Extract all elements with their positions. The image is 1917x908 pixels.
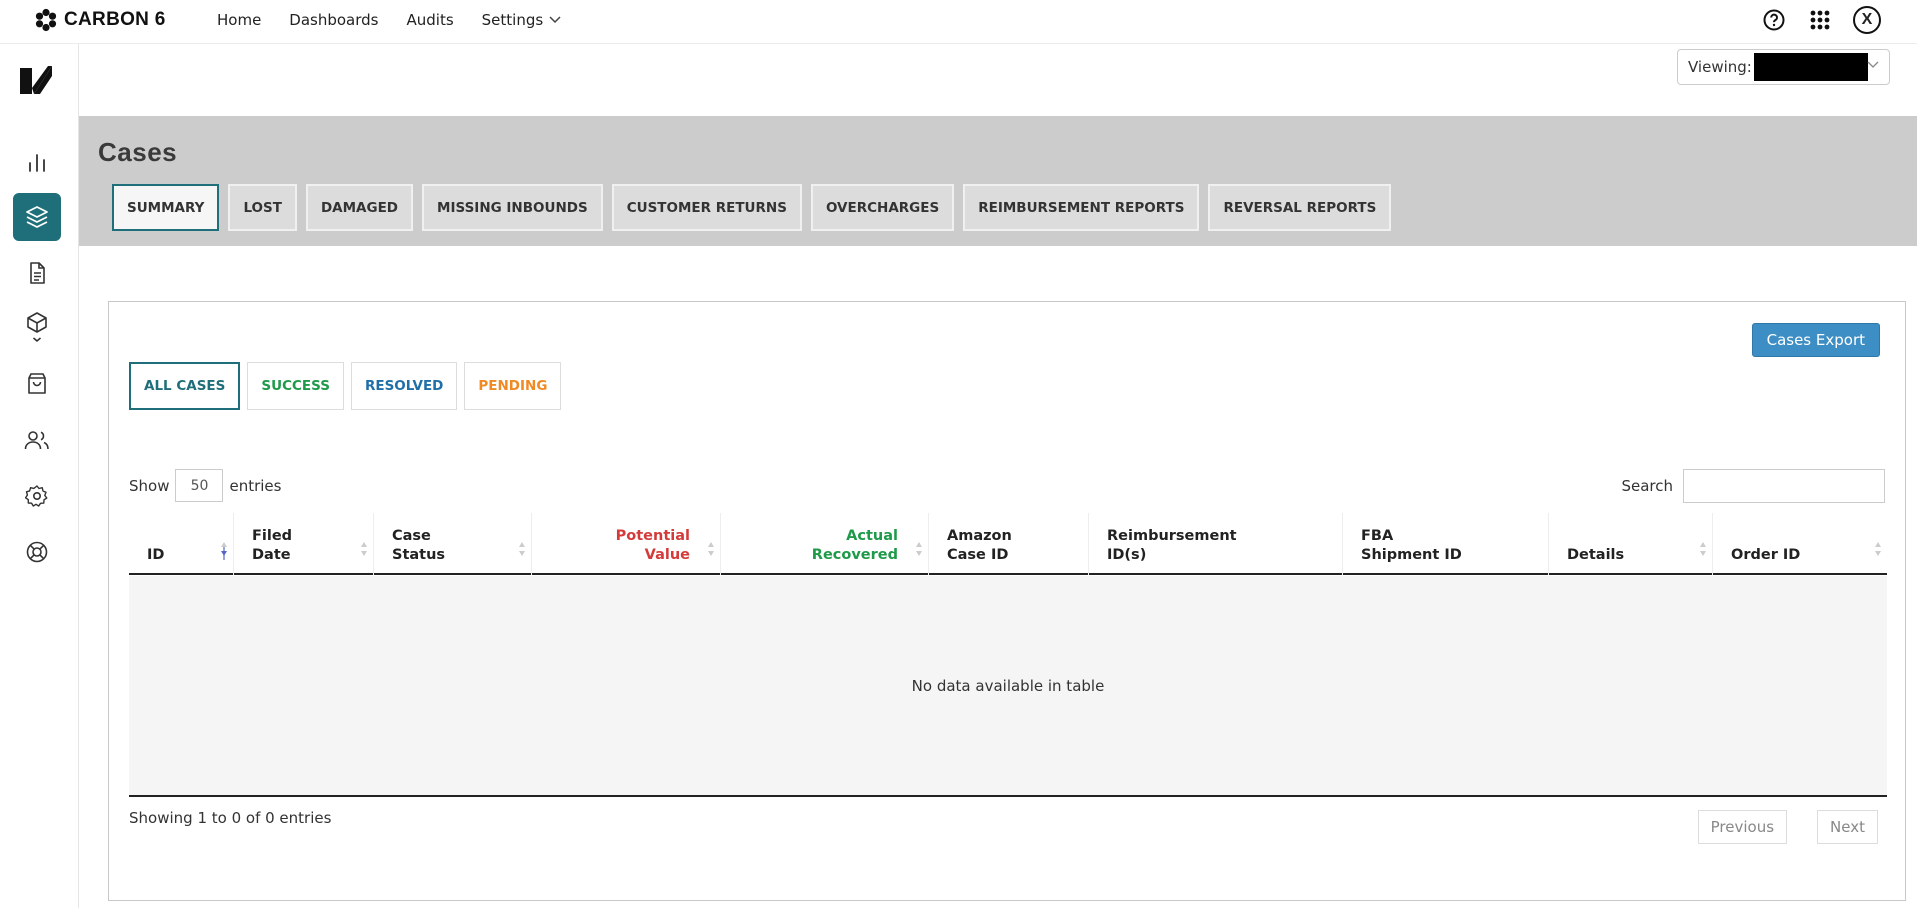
case-type-tabs: SUMMARY LOST DAMAGED MISSING INBOUNDS CU… (112, 184, 1392, 231)
sidebar-item-orders[interactable] (13, 360, 61, 408)
brand[interactable]: CARBON 6 (34, 8, 166, 32)
column-header-details[interactable]: Details (1549, 513, 1713, 575)
sidebar-item-settings[interactable] (13, 472, 61, 520)
sidebar-item-documents[interactable] (13, 249, 61, 297)
sort-icon (361, 542, 367, 556)
cases-export-button[interactable]: Cases Export (1751, 323, 1880, 357)
logo-icon (20, 66, 52, 94)
search-input[interactable] (1683, 469, 1885, 503)
filter-resolved[interactable]: RESOLVED (350, 362, 458, 410)
previous-page-button[interactable]: Previous (1697, 810, 1788, 844)
sidebar (0, 44, 79, 908)
sort-icon (1875, 542, 1881, 556)
column-header-actual-recovered[interactable]: Actual Recovered (721, 513, 929, 575)
filter-pending[interactable]: PENDING (464, 362, 562, 410)
sidebar-item-cases[interactable] (13, 193, 61, 241)
viewing-account-select[interactable]: Viewing: (1677, 49, 1890, 85)
chevron-down-icon (1867, 61, 1879, 68)
sidebar-logo[interactable] (18, 62, 54, 102)
bar-chart-icon (29, 154, 45, 172)
sort-icon (519, 542, 525, 556)
nav-dashboards[interactable]: Dashboards (289, 11, 378, 29)
search-label: Search (1621, 477, 1673, 495)
top-right-actions: X (1761, 6, 1881, 34)
table-header: ID Filed Date Case Status Potential Value A… (129, 513, 1887, 575)
shopping-bag-icon (28, 373, 46, 394)
sidebar-item-inventory[interactable] (13, 304, 61, 352)
show-label: Show (129, 476, 170, 495)
next-page-button[interactable]: Next (1817, 810, 1878, 844)
status-filters: ALL CASES SUCCESS RESOLVED PENDING (129, 362, 562, 410)
tab-damaged[interactable]: DAMAGED (305, 184, 414, 231)
user-avatar[interactable]: X (1853, 6, 1881, 34)
cases-header: Cases SUMMARY LOST DAMAGED MISSING INBOU… (79, 116, 1917, 246)
sidebar-item-users[interactable] (13, 416, 61, 464)
column-header-case-status[interactable]: Case Status (374, 513, 532, 575)
sidebar-item-support[interactable] (13, 528, 61, 576)
table-info: Showing 1 to 0 of 0 entries (129, 809, 332, 827)
sidebar-item-analytics[interactable] (13, 138, 61, 186)
gear-icon (25, 485, 48, 507)
cases-card: Cases Export ALL CASES SUCCESS RESOLVED … (108, 301, 1906, 901)
pagination: Previous Next (1697, 810, 1878, 844)
column-header-amazon-case-id: Amazon Case ID (929, 513, 1089, 575)
layers-icon (26, 206, 48, 228)
tab-summary[interactable]: SUMMARY (112, 184, 220, 231)
tab-overcharges[interactable]: OVERCHARGES (810, 184, 955, 231)
column-header-order-id[interactable]: Order ID (1713, 513, 1887, 575)
nav-home[interactable]: Home (217, 11, 261, 29)
tab-reimbursement-reports[interactable]: REIMBURSEMENT REPORTS (963, 184, 1200, 231)
table-search: Search (1621, 469, 1885, 503)
main-nav: Home Dashboards Audits Settings (217, 0, 589, 40)
column-header-potential-value[interactable]: Potential Value (532, 513, 721, 575)
package-icon (27, 312, 47, 343)
column-header-id[interactable]: ID (129, 513, 234, 575)
tab-customer-returns[interactable]: CUSTOMER RETURNS (611, 184, 802, 231)
redacted-account-name (1753, 53, 1868, 81)
sort-icon (708, 542, 714, 556)
sort-active-icon (221, 542, 227, 560)
filter-all-cases[interactable]: ALL CASES (129, 362, 241, 410)
document-icon (30, 262, 45, 284)
viewing-label: Viewing: (1688, 58, 1752, 76)
nav-settings[interactable]: Settings (482, 11, 562, 29)
entries-label: entries (229, 476, 282, 495)
tab-missing-inbounds[interactable]: MISSING INBOUNDS (422, 184, 603, 231)
page-length-select[interactable]: 50 (175, 469, 224, 502)
brand-name: CARBON 6 (64, 9, 166, 30)
top-navbar: CARBON 6 Home Dashboards Audits Settings… (0, 0, 1917, 44)
column-header-reimbursement-ids: Reimbursement ID(s) (1089, 513, 1343, 575)
help-icon[interactable] (1761, 7, 1787, 33)
users-icon (24, 431, 49, 450)
page-length-control: Show 50 entries (129, 469, 281, 502)
empty-table-message: No data available in table (911, 676, 1105, 695)
column-header-fba-shipment-id: FBA Shipment ID (1343, 513, 1549, 575)
filter-success[interactable]: SUCCESS (247, 362, 344, 410)
chevron-down-icon (549, 16, 561, 24)
apps-grid-icon[interactable] (1807, 7, 1833, 33)
page-title: Cases (98, 137, 178, 167)
tab-lost[interactable]: LOST (228, 184, 297, 231)
table-body: No data available in table (129, 576, 1887, 797)
nav-audits[interactable]: Audits (407, 11, 454, 29)
lifebuoy-icon (26, 541, 48, 563)
sort-icon (916, 542, 922, 556)
carbon6-flower-icon (35, 8, 57, 32)
column-header-filed-date[interactable]: Filed Date (234, 513, 374, 575)
tab-reversal-reports[interactable]: REVERSAL REPORTS (1208, 184, 1392, 231)
sort-icon (1700, 542, 1706, 556)
